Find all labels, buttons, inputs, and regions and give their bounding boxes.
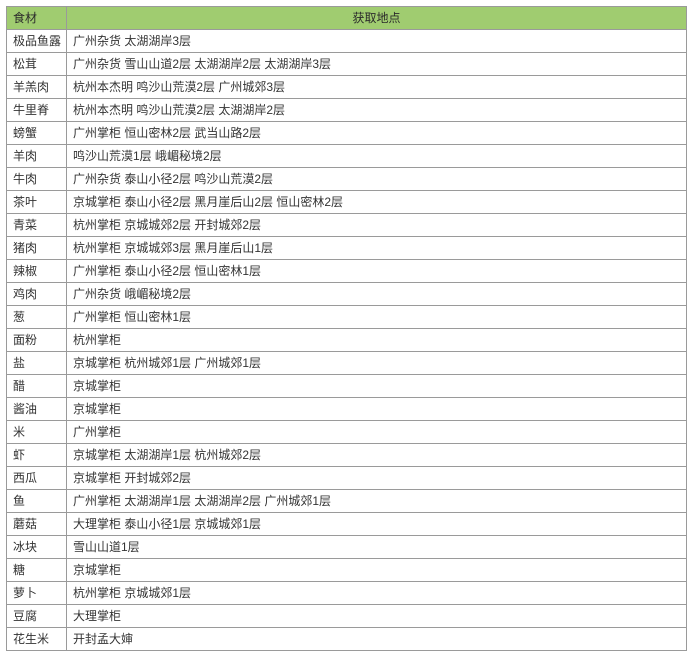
cell-ingredient: 茶叶 (7, 191, 67, 214)
table-row: 面粉杭州掌柜 (7, 329, 687, 352)
table-row: 牛肉广州杂货 泰山小径2层 鸣沙山荒漠2层 (7, 168, 687, 191)
cell-location: 杭州掌柜 京城城郊1层 (67, 582, 687, 605)
cell-ingredient: 盐 (7, 352, 67, 375)
cell-location: 杭州本杰明 鸣沙山荒漠2层 太湖湖岸2层 (67, 99, 687, 122)
table-row: 螃蟹广州掌柜 恒山密林2层 武当山路2层 (7, 122, 687, 145)
table-row: 花生米开封孟大婶 (7, 628, 687, 651)
cell-location: 鸣沙山荒漠1层 峨嵋秘境2层 (67, 145, 687, 168)
cell-location: 广州杂货 泰山小径2层 鸣沙山荒漠2层 (67, 168, 687, 191)
cell-ingredient: 牛肉 (7, 168, 67, 191)
table-row: 冰块雪山山道1层 (7, 536, 687, 559)
cell-ingredient: 酱油 (7, 398, 67, 421)
header-row: 食材 获取地点 (7, 7, 687, 30)
table-row: 豆腐大理掌柜 (7, 605, 687, 628)
table-row: 糖京城掌柜 (7, 559, 687, 582)
header-location: 获取地点 (67, 7, 687, 30)
cell-ingredient: 醋 (7, 375, 67, 398)
table-row: 极品鱼露广州杂货 太湖湖岸3层 (7, 30, 687, 53)
table-row: 猪肉杭州掌柜 京城城郊3层 黑月崖后山1层 (7, 237, 687, 260)
table-row: 盐京城掌柜 杭州城郊1层 广州城郊1层 (7, 352, 687, 375)
cell-ingredient: 螃蟹 (7, 122, 67, 145)
cell-ingredient: 葱 (7, 306, 67, 329)
cell-location: 杭州本杰明 鸣沙山荒漠2层 广州城郊3层 (67, 76, 687, 99)
cell-location: 杭州掌柜 京城城郊3层 黑月崖后山1层 (67, 237, 687, 260)
table-row: 青菜杭州掌柜 京城城郊2层 开封城郊2层 (7, 214, 687, 237)
cell-location: 京城掌柜 (67, 398, 687, 421)
table-row: 米广州掌柜 (7, 421, 687, 444)
ingredients-table: 食材 获取地点 极品鱼露广州杂货 太湖湖岸3层松茸广州杂货 雪山山道2层 太湖湖… (6, 6, 687, 651)
cell-ingredient: 羊肉 (7, 145, 67, 168)
cell-ingredient: 面粉 (7, 329, 67, 352)
cell-ingredient: 萝卜 (7, 582, 67, 605)
cell-location: 大理掌柜 (67, 605, 687, 628)
cell-location: 大理掌柜 泰山小径1层 京城城郊1层 (67, 513, 687, 536)
table-row: 牛里脊杭州本杰明 鸣沙山荒漠2层 太湖湖岸2层 (7, 99, 687, 122)
cell-ingredient: 松茸 (7, 53, 67, 76)
cell-location: 广州掌柜 恒山密林1层 (67, 306, 687, 329)
cell-location: 广州杂货 太湖湖岸3层 (67, 30, 687, 53)
cell-ingredient: 极品鱼露 (7, 30, 67, 53)
cell-location: 雪山山道1层 (67, 536, 687, 559)
cell-location: 京城掌柜 太湖湖岸1层 杭州城郊2层 (67, 444, 687, 467)
cell-ingredient: 羊羔肉 (7, 76, 67, 99)
cell-ingredient: 鱼 (7, 490, 67, 513)
cell-ingredient: 辣椒 (7, 260, 67, 283)
cell-ingredient: 青菜 (7, 214, 67, 237)
cell-location: 广州杂货 峨嵋秘境2层 (67, 283, 687, 306)
cell-ingredient: 豆腐 (7, 605, 67, 628)
table-row: 蘑菇大理掌柜 泰山小径1层 京城城郊1层 (7, 513, 687, 536)
cell-location: 杭州掌柜 京城城郊2层 开封城郊2层 (67, 214, 687, 237)
table-row: 虾京城掌柜 太湖湖岸1层 杭州城郊2层 (7, 444, 687, 467)
table-row: 醋京城掌柜 (7, 375, 687, 398)
cell-ingredient: 米 (7, 421, 67, 444)
header-ingredient: 食材 (7, 7, 67, 30)
table-row: 羊肉鸣沙山荒漠1层 峨嵋秘境2层 (7, 145, 687, 168)
table-row: 萝卜杭州掌柜 京城城郊1层 (7, 582, 687, 605)
cell-ingredient: 花生米 (7, 628, 67, 651)
cell-ingredient: 糖 (7, 559, 67, 582)
cell-location: 广州掌柜 (67, 421, 687, 444)
cell-ingredient: 冰块 (7, 536, 67, 559)
table-row: 松茸广州杂货 雪山山道2层 太湖湖岸2层 太湖湖岸3层 (7, 53, 687, 76)
cell-location: 杭州掌柜 (67, 329, 687, 352)
cell-location: 京城掌柜 泰山小径2层 黑月崖后山2层 恒山密林2层 (67, 191, 687, 214)
cell-ingredient: 虾 (7, 444, 67, 467)
cell-ingredient: 蘑菇 (7, 513, 67, 536)
table-row: 茶叶京城掌柜 泰山小径2层 黑月崖后山2层 恒山密林2层 (7, 191, 687, 214)
cell-location: 广州掌柜 太湖湖岸1层 太湖湖岸2层 广州城郊1层 (67, 490, 687, 513)
cell-location: 京城掌柜 (67, 559, 687, 582)
cell-location: 广州杂货 雪山山道2层 太湖湖岸2层 太湖湖岸3层 (67, 53, 687, 76)
cell-ingredient: 猪肉 (7, 237, 67, 260)
cell-location: 京城掌柜 杭州城郊1层 广州城郊1层 (67, 352, 687, 375)
cell-location: 开封孟大婶 (67, 628, 687, 651)
table-row: 鸡肉广州杂货 峨嵋秘境2层 (7, 283, 687, 306)
table-row: 葱广州掌柜 恒山密林1层 (7, 306, 687, 329)
cell-ingredient: 鸡肉 (7, 283, 67, 306)
table-row: 西瓜京城掌柜 开封城郊2层 (7, 467, 687, 490)
table-row: 鱼广州掌柜 太湖湖岸1层 太湖湖岸2层 广州城郊1层 (7, 490, 687, 513)
cell-location: 广州掌柜 泰山小径2层 恒山密林1层 (67, 260, 687, 283)
cell-location: 京城掌柜 (67, 375, 687, 398)
cell-ingredient: 牛里脊 (7, 99, 67, 122)
cell-location: 京城掌柜 开封城郊2层 (67, 467, 687, 490)
cell-ingredient: 西瓜 (7, 467, 67, 490)
table-row: 辣椒广州掌柜 泰山小径2层 恒山密林1层 (7, 260, 687, 283)
cell-location: 广州掌柜 恒山密林2层 武当山路2层 (67, 122, 687, 145)
table-row: 酱油京城掌柜 (7, 398, 687, 421)
table-row: 羊羔肉杭州本杰明 鸣沙山荒漠2层 广州城郊3层 (7, 76, 687, 99)
